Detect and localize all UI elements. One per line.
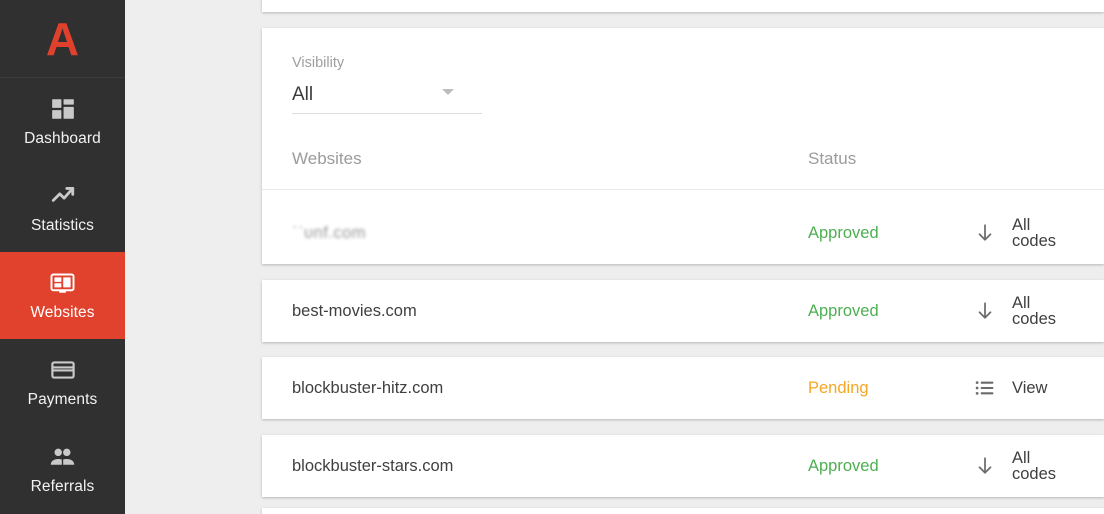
main-content: Visibility All Websites Status ˈˈᴜnf.com… [125,0,1104,514]
app-root: A Dashboard Statistics Websites Payments… [0,0,1104,514]
sidebar-item-label-payments: Payments [27,391,98,409]
sidebar: A Dashboard Statistics Websites Payments… [0,0,125,514]
card-above-partial [262,0,1104,12]
sidebar-item-label-websites: Websites [30,304,95,322]
download-arrow-icon [974,455,996,477]
sidebar-item-label-statistics: Statistics [30,217,94,235]
row-action-label: All codes [1012,448,1057,483]
dashboard-grid-icon [49,96,77,122]
visibility-filter: Visibility All [262,28,1104,114]
sidebar-item-dashboard[interactable]: Dashboard [0,78,125,165]
trending-up-icon [49,183,77,209]
download-arrow-icon [974,300,996,322]
table-row[interactable]: ˈˈᴜnf.com Approved All codes [262,202,1104,264]
row-action-label: All codes [1012,215,1057,250]
row-action-label: All codes [1012,293,1057,328]
row-action-button[interactable]: View [974,377,1074,399]
sidebar-item-statistics[interactable]: Statistics [0,165,125,252]
website-name: blockbuster-hitz.com [292,378,444,397]
row-action-button[interactable]: All codes [974,215,1074,250]
list-icon [974,377,996,399]
column-header-websites: Websites [292,148,362,168]
website-name: best-movies.com [292,301,417,320]
sidebar-item-payments[interactable]: Payments [0,339,125,426]
row-action-label: View [1012,378,1048,397]
table-row[interactable]: blockbuster-hitz.com Pending View [262,357,1104,419]
download-arrow-icon [974,222,996,244]
websites-panel: Visibility All Websites Status ˈˈᴜnf.com… [262,28,1104,264]
people-icon [49,444,77,470]
sidebar-item-websites[interactable]: Websites [0,252,125,339]
visibility-selected-value: All [292,83,314,105]
row-action-button[interactable]: All codes [974,293,1074,328]
website-name: blockbuster-stars.com [292,456,454,475]
table-header-row: Websites Status [262,128,1104,190]
column-header-status: Status [808,148,857,168]
sidebar-item-label-dashboard: Dashboard [24,130,101,148]
sidebar-item-referrals[interactable]: Referrals [0,426,125,513]
row-action-button[interactable]: All codes [974,448,1074,483]
card-below-partial [262,508,1104,514]
credit-card-icon [49,357,77,383]
website-name: ˈˈᴜnf.com [292,223,367,242]
sidebar-item-label-referrals: Referrals [30,478,95,496]
status-badge: Pending [808,378,869,397]
status-badge: Approved [808,301,879,320]
brand-logo-letter: A [45,12,80,65]
status-badge: Approved [808,223,879,242]
browser-window-icon [49,270,77,296]
brand-logo-container[interactable]: A [0,0,125,78]
visibility-label: Visibility [292,55,345,71]
table-row[interactable]: blockbuster-stars.com Approved All codes [262,435,1104,497]
visibility-select[interactable]: All [292,85,482,114]
table-row[interactable]: best-movies.com Approved All codes [262,280,1104,342]
chevron-down-icon [442,88,454,95]
status-badge: Approved [808,456,879,475]
